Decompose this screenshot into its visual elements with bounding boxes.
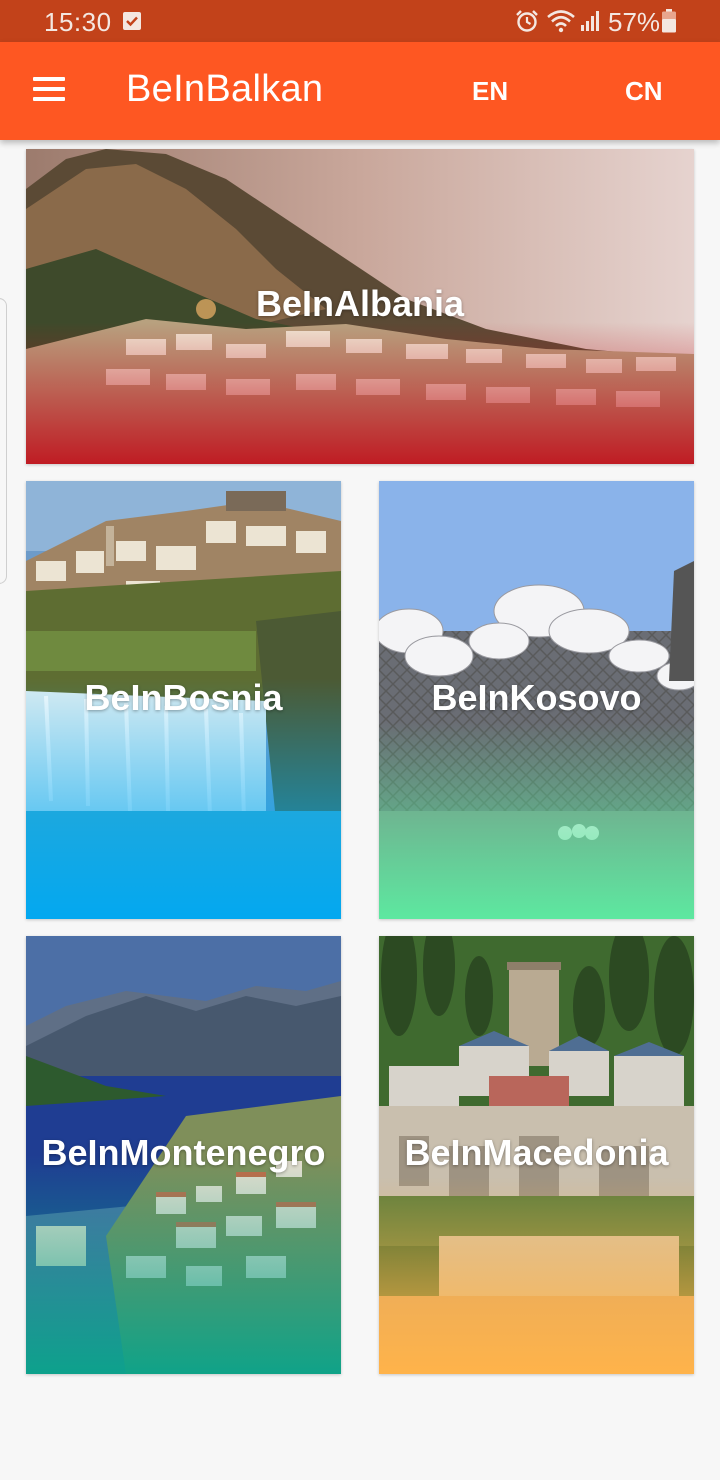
- card-label: BeInMontenegro: [41, 1132, 326, 1173]
- language-cn-button[interactable]: CN: [625, 76, 663, 107]
- card-kosovo[interactable]: BeInKosovo: [379, 481, 694, 919]
- menu-icon[interactable]: [26, 71, 72, 111]
- wifi-icon: [546, 8, 576, 39]
- edge-panel-handle[interactable]: [0, 298, 7, 584]
- card-label: BeInBosnia: [84, 677, 283, 718]
- status-bar: 15:30 57%: [0, 0, 720, 42]
- card-label: BeInMacedonia: [404, 1132, 669, 1173]
- card-label: BeInKosovo: [431, 677, 642, 718]
- battery-icon: [661, 9, 677, 38]
- language-en-button[interactable]: EN: [472, 76, 508, 107]
- signal-icon: [580, 10, 602, 37]
- app-title: BeInBalkan: [126, 68, 324, 110]
- checkbox-icon: [123, 12, 141, 30]
- app-bar: BeInBalkan EN CN: [0, 42, 720, 140]
- card-montenegro[interactable]: BeInMontenegro: [26, 936, 341, 1374]
- card-albania[interactable]: BeInAlbania: [26, 149, 694, 464]
- card-label: BeInAlbania: [255, 283, 465, 324]
- alarm-icon: [514, 8, 540, 39]
- status-time: 15:30: [44, 7, 112, 37]
- card-macedonia[interactable]: BeInMacedonia: [379, 936, 694, 1374]
- card-bosnia[interactable]: BeInBosnia: [26, 481, 341, 919]
- battery-percent: 57%: [608, 7, 661, 37]
